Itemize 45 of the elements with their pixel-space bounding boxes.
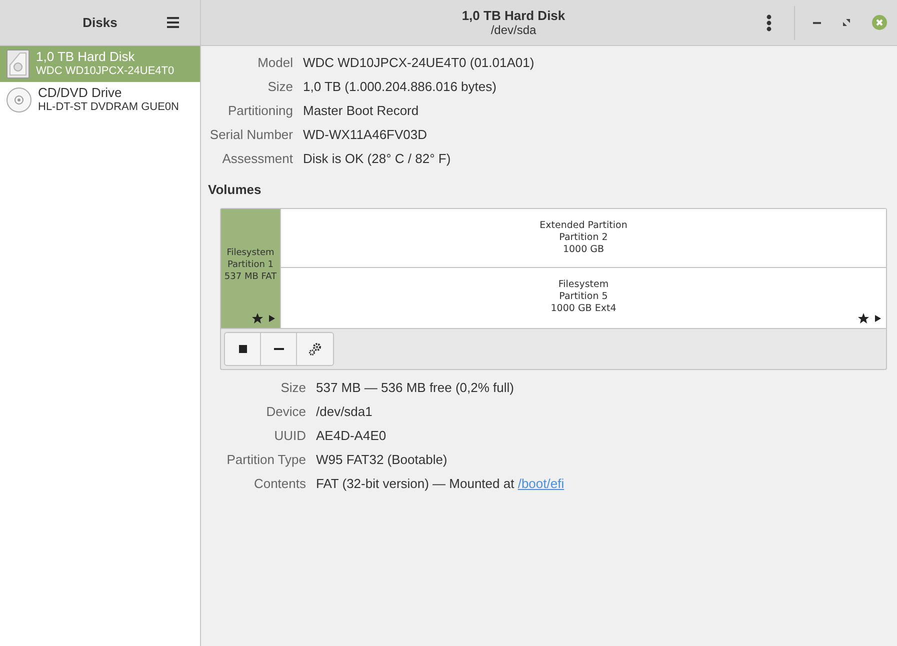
star-arrow-icon: [252, 313, 276, 324]
property-label: Size: [266, 78, 293, 95]
property-value: FAT (32-bit version) — Mounted at /boot/efi: [316, 475, 566, 492]
property-label: Device: [265, 403, 306, 420]
more-options-icon[interactable]: [766, 14, 772, 32]
device-name: CD/DVD Drive: [38, 85, 123, 100]
device-model: WDC WD10JPCX-24UE4T0: [36, 64, 174, 79]
property-value: /dev/sda1: [316, 403, 374, 420]
property-label: UUID: [273, 427, 306, 444]
star-arrow-icon: [858, 313, 882, 324]
property-label: Assessment: [221, 150, 293, 167]
property-label: Model: [256, 54, 293, 71]
window-subtitle: /dev/sda: [490, 22, 536, 38]
disc-icon: [6, 87, 32, 113]
property-value: WD-WX11A46FV03D: [303, 126, 428, 143]
maximize-icon[interactable]: [843, 19, 850, 26]
property-label: Partitioning: [226, 102, 293, 119]
property-label: Partition Type: [226, 451, 306, 468]
partition-block[interactable]: Filesystem Partition 5 1000 GB Ext4: [280, 268, 886, 328]
property-value: 1,0 TB (1.000.204.886.016 bytes): [303, 78, 498, 95]
property-value: Disk is OK (28° C / 82° F): [303, 150, 452, 167]
property-value: Master Boot Record: [303, 102, 420, 119]
property-label: Size: [280, 379, 306, 396]
property-value: AE4D-A4E0: [316, 427, 388, 444]
property-label: Serial Number: [208, 126, 293, 143]
stop-icon: [238, 345, 246, 353]
property-value: W95 FAT32 (Bootable): [316, 451, 448, 468]
partition-label: Filesystem Partition 5 1000 GB Ext4: [550, 279, 616, 315]
minimize-icon[interactable]: [813, 22, 821, 24]
minus-icon: [274, 348, 284, 350]
partition-label: Extended Partition Partition 2 1000 GB: [540, 220, 628, 256]
sidebar-title: Disks: [82, 15, 118, 30]
partition-block[interactable]: Extended Partition Partition 2 1000 GB: [280, 209, 886, 268]
device-item[interactable]: CD/DVD Drive HL-DT-ST DVDRAM GUE0N: [0, 82, 200, 118]
property-value: WDC WD10JPCX-24UE4T0 (01.01A01): [303, 54, 536, 71]
window-title: 1,0 TB Hard Disk: [462, 8, 566, 22]
device-name: 1,0 TB Hard Disk: [36, 49, 136, 64]
section-heading: Volumes: [208, 182, 262, 197]
property-value: 537 MB — 536 MB free (0,2% full): [316, 379, 515, 396]
partition-label: Filesystem Partition 1 537 MB FAT: [224, 246, 277, 282]
property-label: Contents: [252, 475, 306, 492]
menu-icon[interactable]: [167, 17, 179, 28]
partition-block[interactable]: Filesystem Partition 1 537 MB FAT: [221, 209, 280, 328]
gears-icon: [308, 342, 322, 356]
device-model: HL-DT-ST DVDRAM GUE0N: [38, 100, 179, 115]
